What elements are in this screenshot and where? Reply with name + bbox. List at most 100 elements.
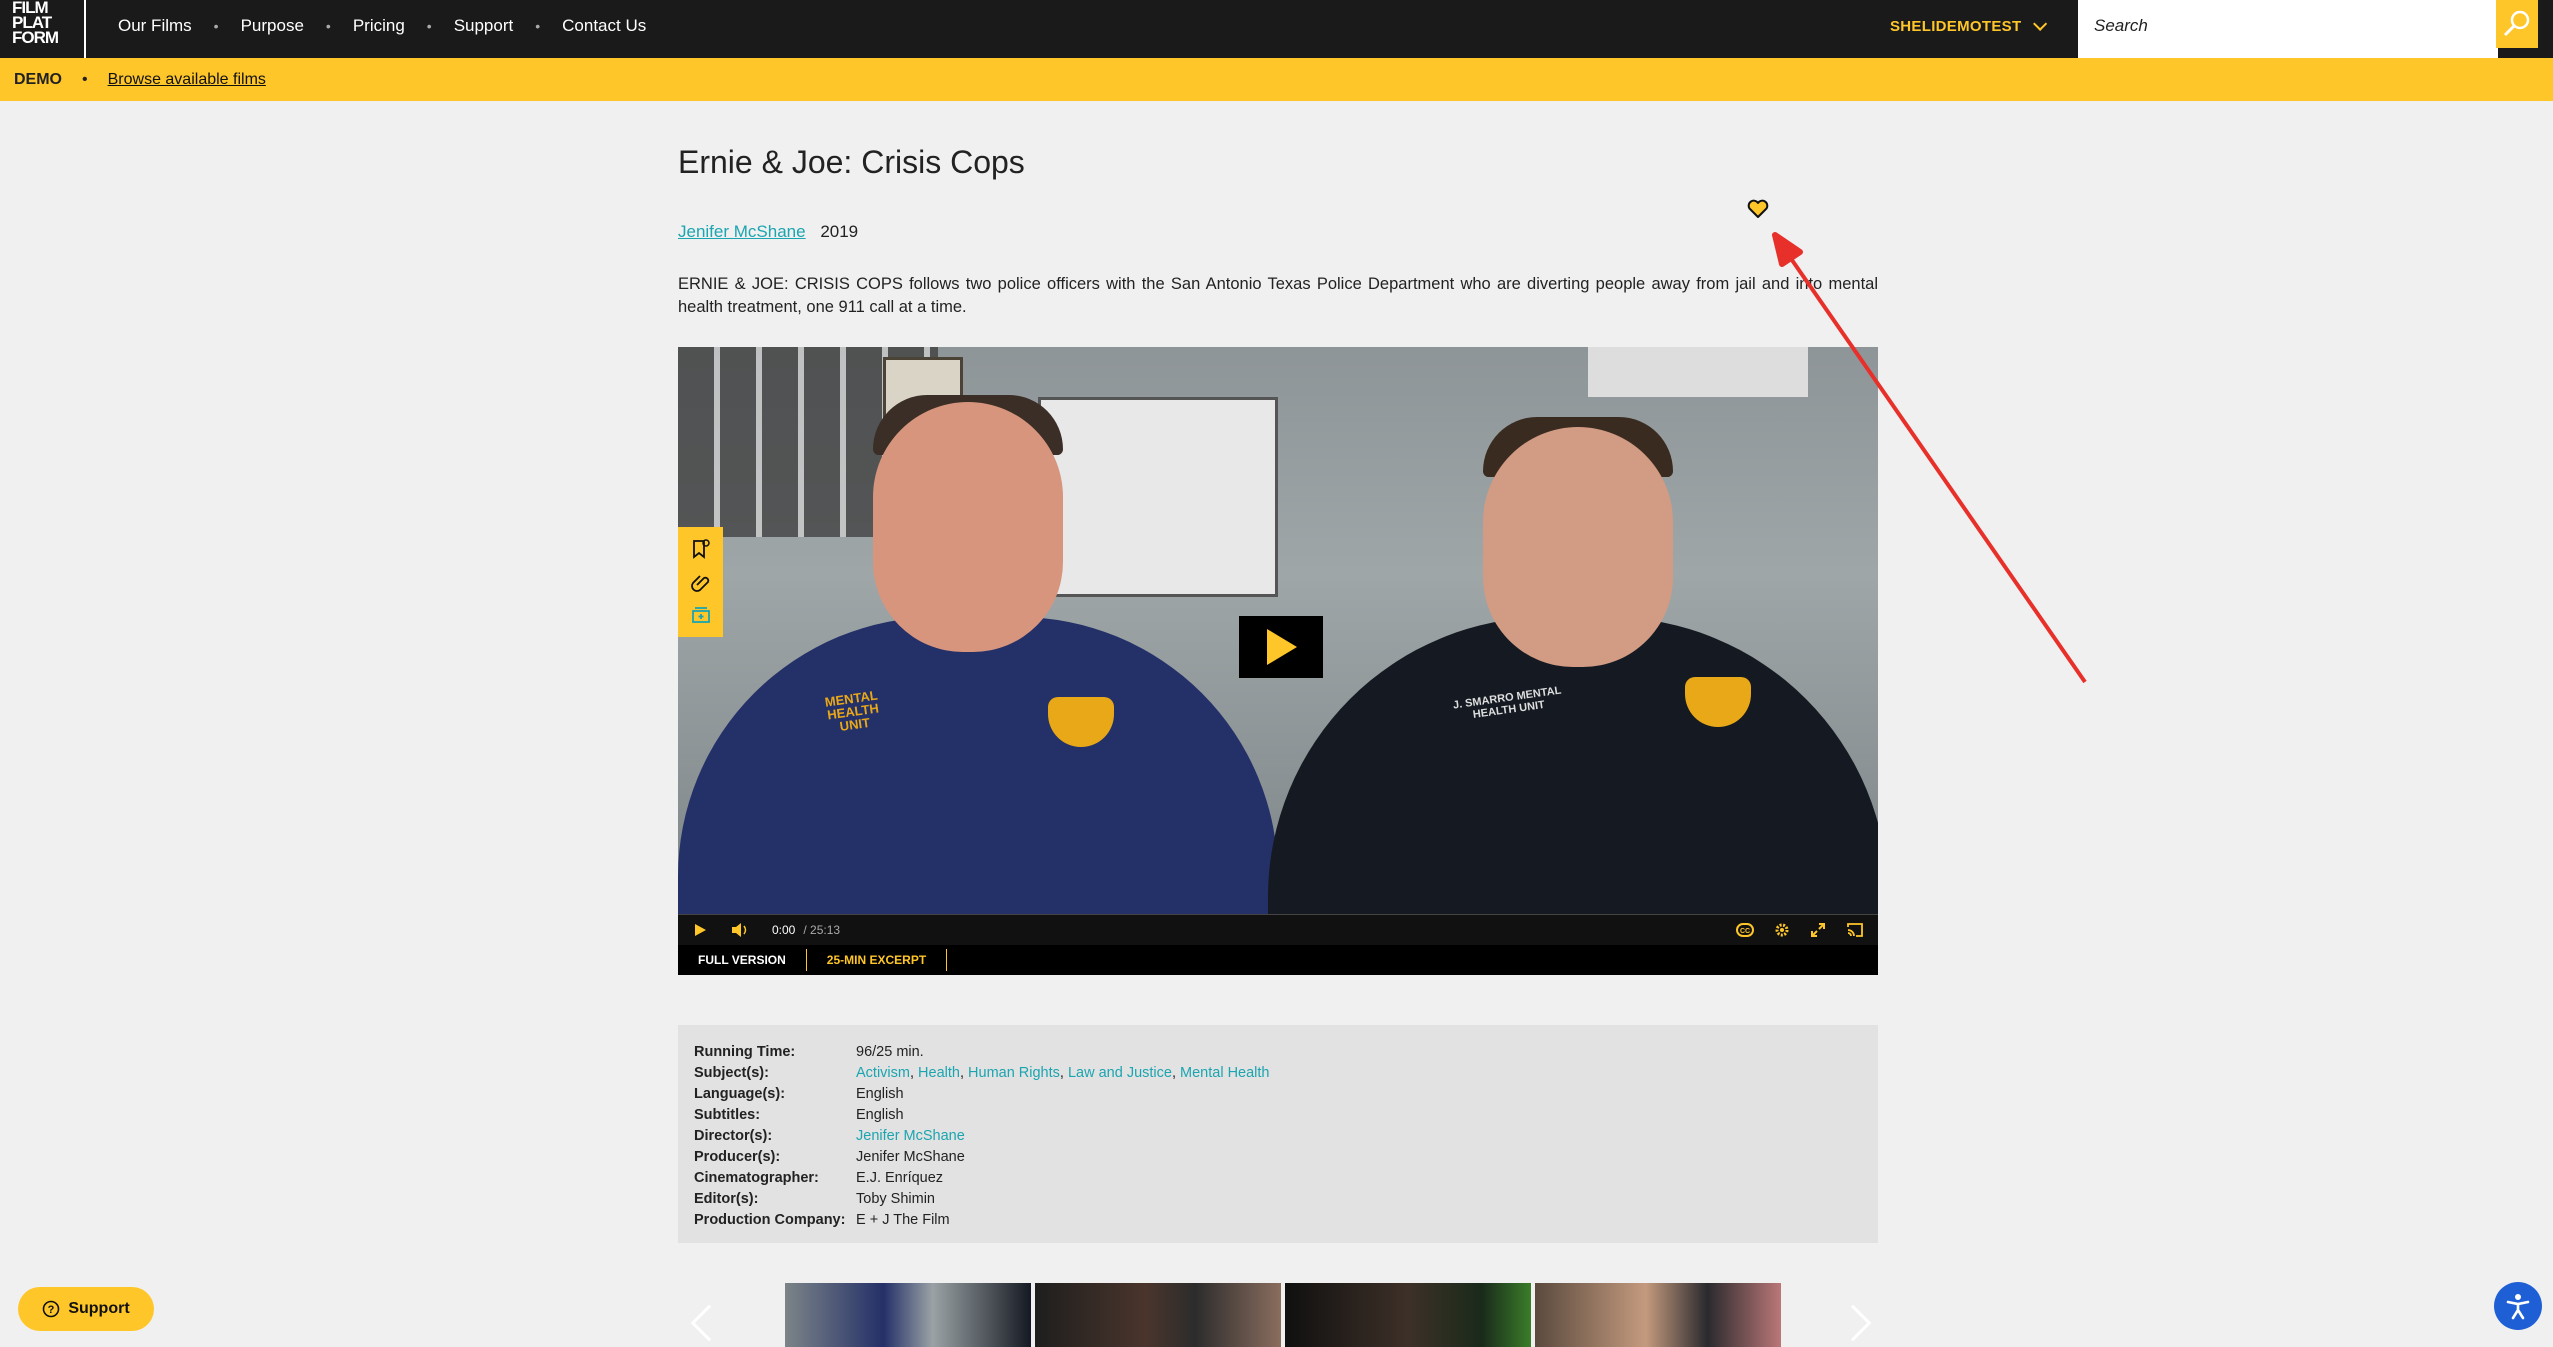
- detail-row-producers: Producer(s): Jenifer McShane: [694, 1146, 1862, 1167]
- whiteboard: [1588, 347, 1808, 397]
- film-platform-logo[interactable]: FILM PLAT FORM: [12, 0, 86, 58]
- film-meta: Jenifer McShane 2019: [678, 222, 858, 242]
- account-menu[interactable]: SHELIDEMOTEST: [1890, 0, 2048, 52]
- detail-label: Running Time:: [694, 1043, 796, 1060]
- accessibility-icon: [2506, 1294, 2530, 1320]
- demo-banner: DEMO • Browse available films: [0, 58, 2553, 101]
- detail-value: Jenifer McShane: [856, 1148, 965, 1165]
- wall-calendar: [1038, 397, 1278, 597]
- director-link[interactable]: Jenifer McShane: [856, 1128, 965, 1144]
- video-player[interactable]: MENTAL HEALTH UNIT J. SMARRO MENTAL HEAL…: [678, 347, 1878, 975]
- chevron-down-icon: [2033, 16, 2048, 31]
- player-side-tools: [678, 527, 723, 637]
- full-version-tab[interactable]: FULL VERSION: [678, 949, 807, 971]
- still-thumbnail[interactable]: [1035, 1283, 1281, 1347]
- carousel-next-arrow[interactable]: [1834, 1304, 1872, 1342]
- detail-label: Subject(s):: [694, 1064, 769, 1081]
- still-thumbnails: [785, 1283, 1781, 1347]
- heart-icon: [1747, 199, 1769, 218]
- big-play-button[interactable]: [1239, 616, 1323, 678]
- subject-link-health[interactable]: Health: [918, 1065, 960, 1081]
- demo-separator: •: [82, 70, 88, 88]
- subject-link-mental-health[interactable]: Mental Health: [1180, 1065, 1269, 1081]
- bookmark-pin-icon[interactable]: [690, 538, 712, 560]
- subject-link-human-rights[interactable]: Human Rights: [968, 1065, 1060, 1081]
- detail-row-running-time: Running Time: 96/25 min.: [694, 1041, 1862, 1062]
- nav-contact-us[interactable]: Contact Us: [562, 16, 646, 36]
- svg-text:?: ?: [48, 1304, 55, 1316]
- film-description: ERNIE & JOE: CRISIS COPS follows two pol…: [678, 275, 1878, 316]
- detail-label: Editor(s):: [694, 1190, 759, 1207]
- player-controls-right: CC: [1736, 922, 1864, 938]
- still-thumbnail[interactable]: [1285, 1283, 1531, 1347]
- demo-label: DEMO: [14, 70, 62, 88]
- film-details-panel: Running Time: 96/25 min. Subject(s): Act…: [678, 1025, 1878, 1243]
- main-nav: Our Films • Purpose • Pricing • Support …: [118, 0, 646, 52]
- detail-value: E.J. Enríquez: [856, 1169, 944, 1186]
- search-icon: [2503, 10, 2530, 37]
- subject-link-law-and-justice[interactable]: Law and Justice: [1068, 1065, 1172, 1081]
- detail-row-subtitles: Subtitles: English: [694, 1104, 1862, 1125]
- detail-row-cinematographer: Cinematographer: E.J. Enríquez: [694, 1167, 1862, 1188]
- still-thumbnail[interactable]: [1535, 1283, 1781, 1347]
- nav-separator: •: [426, 18, 432, 34]
- nav-purpose[interactable]: Purpose: [241, 16, 304, 36]
- svg-text:CC: CC: [1740, 928, 1750, 935]
- nav-our-films[interactable]: Our Films: [118, 16, 192, 36]
- subject-links: Activism, Health, Human Rights, Law and …: [856, 1064, 1270, 1081]
- detail-value: English: [856, 1106, 904, 1123]
- film-year: 2019: [820, 222, 859, 241]
- officer-left-body: [678, 617, 1278, 915]
- detail-value: 96/25 min.: [856, 1043, 924, 1060]
- nav-separator: •: [535, 18, 541, 34]
- nav-support[interactable]: Support: [454, 16, 514, 36]
- detail-label: Director(s):: [694, 1127, 773, 1144]
- search-input[interactable]: [2078, 0, 2498, 52]
- captions-icon[interactable]: CC: [1736, 923, 1754, 937]
- detail-value: Toby Shimin: [856, 1190, 935, 1207]
- play-icon: [1267, 629, 1297, 665]
- player-controls: 0:00 / 25:13 CC: [678, 915, 1878, 945]
- search-box: [2078, 0, 2498, 58]
- playlist-icon[interactable]: [690, 604, 712, 626]
- favorite-heart-button[interactable]: [1747, 198, 1769, 220]
- carousel-prev-arrow[interactable]: [690, 1304, 728, 1342]
- detail-label: Language(s):: [694, 1085, 786, 1102]
- subject-link-activism[interactable]: Activism: [856, 1065, 910, 1081]
- detail-label: Production Company:: [694, 1211, 846, 1228]
- nav-pricing[interactable]: Pricing: [353, 16, 405, 36]
- film-title: Ernie & Joe: Crisis Cops: [678, 144, 1025, 180]
- excerpt-version-tab[interactable]: 25-MIN EXCERPT: [807, 949, 948, 971]
- still-thumbnail[interactable]: [785, 1283, 1031, 1347]
- detail-row-editors: Editor(s): Toby Shimin: [694, 1188, 1862, 1209]
- play-icon[interactable]: [692, 922, 708, 938]
- search-button[interactable]: [2496, 0, 2538, 48]
- support-button-label: Support: [68, 1300, 130, 1317]
- account-name: SHELIDEMOTEST: [1890, 17, 2022, 35]
- duration: / 25:13: [803, 923, 841, 937]
- detail-row-subjects: Subject(s): Activism, Health, Human Righ…: [694, 1062, 1862, 1083]
- officer-right-head: [1483, 427, 1673, 667]
- detail-row-production-company: Production Company: E + J The Film: [694, 1209, 1862, 1230]
- video-frame[interactable]: MENTAL HEALTH UNIT J. SMARRO MENTAL HEAL…: [678, 347, 1878, 915]
- cast-icon[interactable]: [1846, 922, 1864, 938]
- browse-available-films-link[interactable]: Browse available films: [108, 71, 266, 89]
- detail-label: Cinematographer:: [694, 1169, 819, 1186]
- support-widget-button[interactable]: ? Support: [18, 1287, 154, 1331]
- settings-gear-icon[interactable]: [1774, 922, 1790, 938]
- nav-separator: •: [325, 18, 331, 34]
- detail-row-languages: Language(s): English: [694, 1083, 1862, 1104]
- logo-line-3: FORM: [12, 28, 59, 47]
- detail-value: E + J The Film: [856, 1211, 950, 1228]
- clip-icon[interactable]: [690, 571, 712, 593]
- detail-label: Producer(s):: [694, 1148, 781, 1165]
- current-time: 0:00: [772, 923, 796, 937]
- detail-row-directors: Director(s): Jenifer McShane: [694, 1125, 1862, 1146]
- nav-separator: •: [213, 18, 219, 34]
- accessibility-button[interactable]: [2494, 1282, 2542, 1330]
- fullscreen-icon[interactable]: [1810, 922, 1826, 938]
- volume-icon[interactable]: [730, 922, 750, 938]
- version-selector: FULL VERSION 25-MIN EXCERPT: [678, 945, 1878, 975]
- help-circle-icon: ?: [43, 1300, 60, 1318]
- film-director-link[interactable]: Jenifer McShane: [678, 222, 806, 241]
